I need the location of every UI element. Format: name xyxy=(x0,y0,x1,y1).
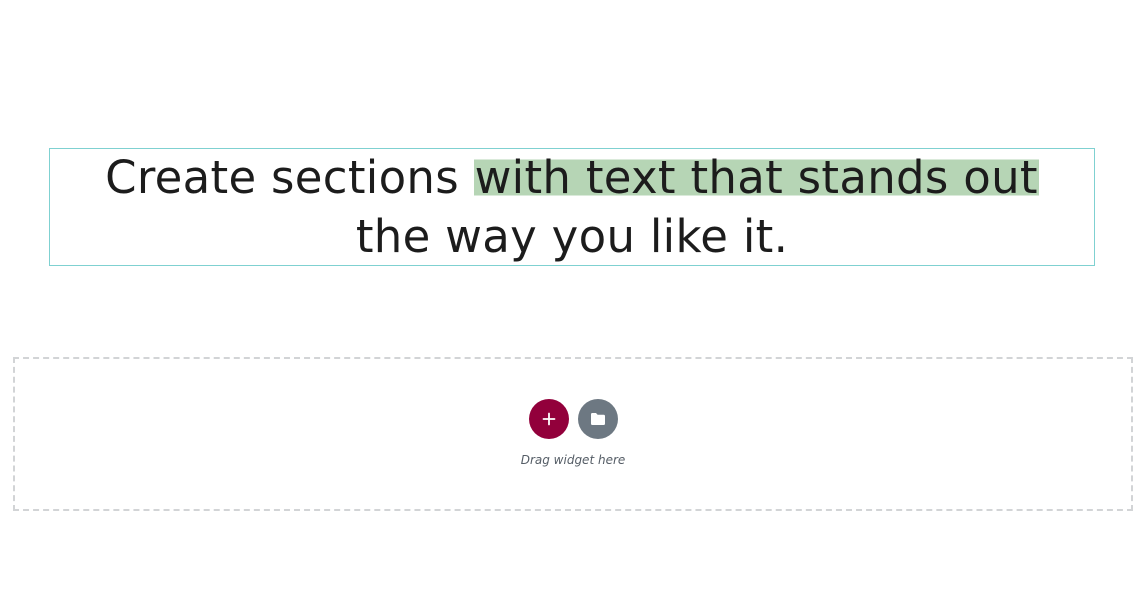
folder-icon xyxy=(590,413,605,425)
empty-section-drop-zone[interactable]: Drag widget here xyxy=(13,357,1133,511)
plus-icon xyxy=(542,412,555,426)
add-template-button[interactable] xyxy=(577,399,618,439)
heading-text-before: Create sections xyxy=(105,151,474,204)
add-new-section-button[interactable] xyxy=(528,399,569,439)
heading-text[interactable]: Create sections with text that stands ou… xyxy=(105,148,1039,266)
heading-highlight: with text that stands out xyxy=(473,151,1039,204)
editor-canvas: Create sections with text that stands ou… xyxy=(0,0,1148,609)
drop-zone-controls xyxy=(15,399,1131,439)
drop-zone-hint: Drag widget here xyxy=(520,453,626,467)
heading-text-after: the way you like it. xyxy=(355,210,789,263)
heading-widget[interactable]: Create sections with text that stands ou… xyxy=(49,148,1095,266)
